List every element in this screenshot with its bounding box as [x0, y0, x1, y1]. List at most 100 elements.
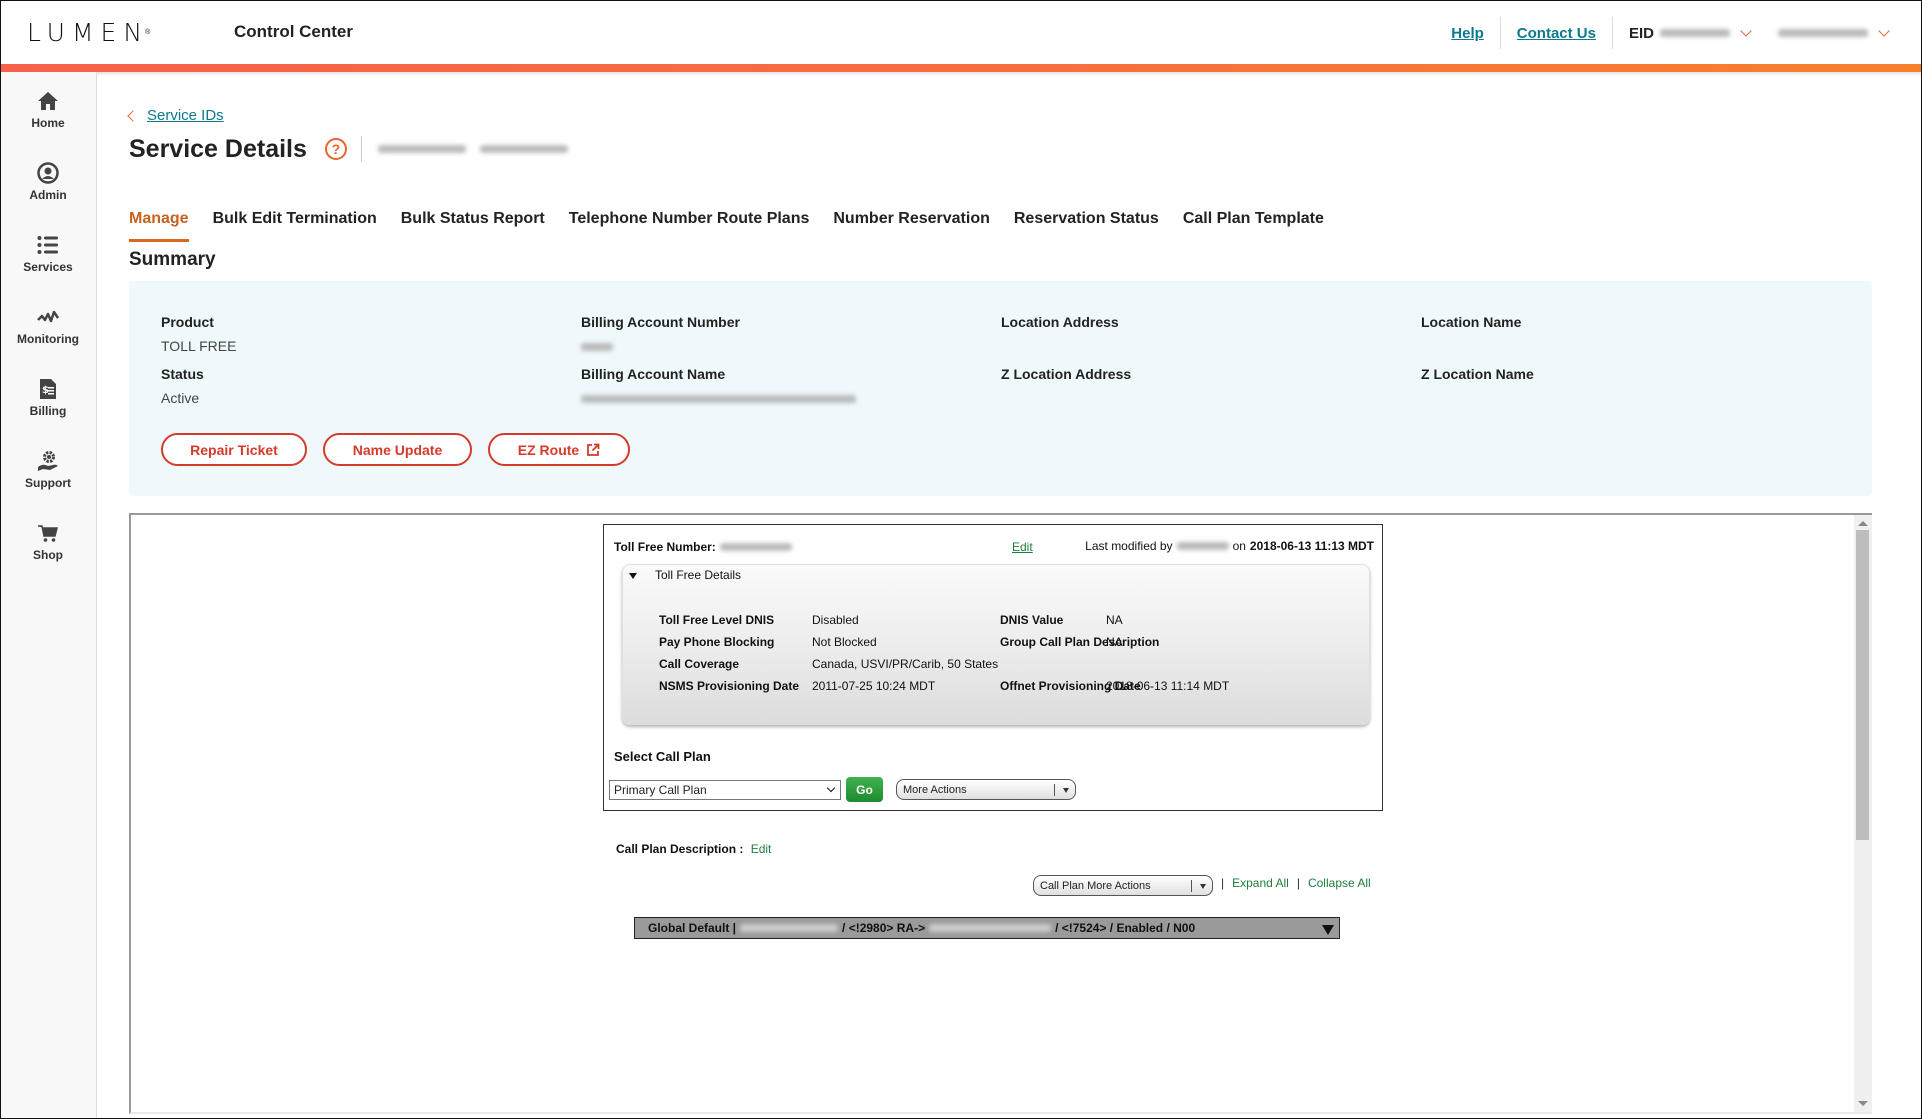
- field-status: Status Active: [161, 366, 204, 406]
- expand-collapse-links: | Expand All | Collapse All: [1221, 876, 1371, 890]
- service-id-redacted: [377, 145, 466, 153]
- redacted-value: [929, 924, 1052, 932]
- button-label: EZ Route: [517, 441, 580, 458]
- detail-value: Canada, USVI/PR/Carib, 50 States: [812, 657, 999, 671]
- detail-value: Not Blocked: [812, 635, 877, 649]
- field-location-address: Location Address: [1001, 314, 1119, 330]
- field-value: Active: [161, 390, 200, 406]
- detail-label: Toll Free Level DNIS: [659, 613, 775, 627]
- last-modified-date: 2018-06-13 11:13 MDT: [1249, 539, 1374, 553]
- detail-value: Disabled: [812, 613, 859, 627]
- lumen-logo[interactable]: LUMEN ®: [27, 18, 151, 47]
- name-update-button[interactable]: Name Update: [323, 433, 472, 466]
- detail-label: DNIS Value: [1000, 613, 1064, 627]
- toll-free-number-label: Toll Free Number:: [614, 540, 716, 554]
- call-plan-more-actions-dropdown[interactable]: Call Plan More Actions: [1033, 875, 1213, 896]
- scroll-up-arrow-icon[interactable]: [1858, 521, 1868, 526]
- accent-bar: [0, 64, 1922, 72]
- field-label: Product: [161, 314, 214, 330]
- top-header: LUMEN ® Control Center Help Contact Us E…: [0, 0, 1922, 64]
- field-label: Location Address: [1001, 314, 1119, 330]
- tab-bulk-status-report[interactable]: Bulk Status Report: [401, 210, 545, 240]
- dropdown-arrow-icon: [1200, 884, 1206, 889]
- field-label: Location Name: [1421, 314, 1522, 330]
- detail-label: NSMS Provisioning Date: [659, 679, 800, 693]
- sidebar-item-monitoring[interactable]: Monitoring: [0, 305, 96, 361]
- vertical-scrollbar[interactable]: [1854, 515, 1872, 1112]
- help-circle-icon[interactable]: ?: [324, 138, 347, 160]
- tab-reservation-status[interactable]: Reservation Status: [1014, 210, 1159, 240]
- edit-call-plan-description-link[interactable]: Edit: [751, 842, 772, 856]
- redacted-value: [740, 924, 839, 932]
- button-label: Name Update: [352, 441, 443, 458]
- toll-free-details-panel: Toll Free Details Toll Free Level DNIS D…: [622, 564, 1370, 725]
- field-billing-account-number: Billing Account Number: [581, 314, 740, 354]
- modifier-redacted: [1176, 542, 1229, 550]
- field-location-name: Location Name: [1421, 314, 1521, 330]
- field-value-redacted: [581, 338, 740, 354]
- help-link[interactable]: Help: [1435, 25, 1500, 42]
- sidebar-item-admin[interactable]: Admin: [0, 161, 96, 217]
- username-redacted: [1778, 29, 1868, 37]
- tab-number-reservation[interactable]: Number Reservation: [833, 210, 990, 240]
- more-actions-dropdown[interactable]: More Actions: [896, 779, 1076, 800]
- toll-free-number-redacted: [719, 543, 792, 551]
- expand-all-link[interactable]: Expand All: [1232, 876, 1289, 890]
- tab-bar: Manage Bulk Edit Termination Bulk Status…: [129, 210, 1348, 242]
- sidebar-item-shop[interactable]: Shop: [0, 521, 96, 577]
- summary-heading: Summary: [129, 249, 216, 270]
- header-actions: Help Contact Us EID: [1435, 16, 1922, 50]
- repair-ticket-button[interactable]: Repair Ticket: [161, 433, 307, 466]
- sidebar-item-billing[interactable]: $ Billing: [0, 377, 96, 433]
- sidebar-item-home[interactable]: Home: [0, 89, 96, 145]
- separator: |: [1296, 876, 1300, 890]
- sidebar-item-label: Shop: [33, 548, 63, 562]
- field-value-redacted: [581, 390, 856, 406]
- sidebar-item-services[interactable]: Services: [0, 233, 96, 289]
- sidebar-item-support[interactable]: Support: [0, 449, 96, 505]
- embedded-call-plan-frame: Toll Free Number: Edit Last modified by …: [129, 513, 1872, 1114]
- support-gear-hand-icon: [36, 449, 60, 473]
- call-plan-description: Call Plan Description : Edit: [616, 842, 771, 856]
- ez-route-button[interactable]: EZ Route: [488, 433, 630, 466]
- breadcrumb-service-ids-link[interactable]: Service IDs: [147, 107, 224, 124]
- user-menu[interactable]: [1778, 25, 1922, 37]
- sidebar-item-label: Admin: [29, 188, 67, 202]
- chevron-left-icon[interactable]: [127, 109, 139, 122]
- scrollbar-thumb[interactable]: [1856, 530, 1869, 840]
- home-icon: [36, 89, 60, 113]
- collapse-triangle-icon[interactable]: [629, 573, 637, 579]
- contact-us-link[interactable]: Contact Us: [1501, 25, 1612, 42]
- tab-bulk-edit-termination[interactable]: Bulk Edit Termination: [213, 210, 377, 240]
- dropdown-arrow-icon: [1063, 788, 1069, 793]
- registered-mark: ®: [145, 28, 151, 36]
- tab-telephone-number-route-plans[interactable]: Telephone Number Route Plans: [569, 210, 810, 240]
- expand-triangle-icon[interactable]: [1322, 925, 1334, 935]
- scroll-down-arrow-icon[interactable]: [1858, 1101, 1868, 1106]
- call-plan-select[interactable]: Primary Call Plan: [609, 780, 841, 800]
- more-actions-label: More Actions: [903, 783, 967, 796]
- sidebar-item-label: Home: [31, 116, 65, 130]
- eid-selector[interactable]: EID: [1613, 25, 1778, 42]
- last-modified-on: on: [1232, 539, 1246, 553]
- toll-free-number-panel: Toll Free Number: Edit Last modified by …: [603, 524, 1383, 811]
- collapse-all-link[interactable]: Collapse All: [1308, 876, 1371, 890]
- toll-free-details-title[interactable]: Toll Free Details: [655, 568, 741, 582]
- global-default-row[interactable]: Global Default | / <!2980> RA-> / <!7524…: [634, 917, 1340, 939]
- chevron-down-icon: [1740, 25, 1752, 37]
- global-default-prefix: Global Default |: [648, 921, 737, 935]
- list-icon: [36, 233, 60, 257]
- last-modified-prefix: Last modified by: [1085, 539, 1173, 553]
- svg-text:$: $: [42, 385, 49, 396]
- sidebar: Home Admin Services Monitoring $ Billing…: [0, 72, 97, 1119]
- chevron-down-icon: [826, 783, 836, 793]
- detail-value: 2011-07-25 10:24 MDT: [812, 679, 936, 693]
- tab-call-plan-template[interactable]: Call Plan Template: [1183, 210, 1324, 240]
- service-id-redacted: [479, 145, 568, 153]
- pulse-icon: [36, 305, 60, 329]
- last-modified: Last modified by on 2018-06-13 11:13 MDT: [1085, 539, 1374, 553]
- tab-manage[interactable]: Manage: [129, 210, 189, 242]
- field-z-location-name: Z Location Name: [1421, 366, 1534, 382]
- go-button[interactable]: Go: [846, 777, 883, 802]
- edit-toll-free-link[interactable]: Edit: [1012, 540, 1033, 554]
